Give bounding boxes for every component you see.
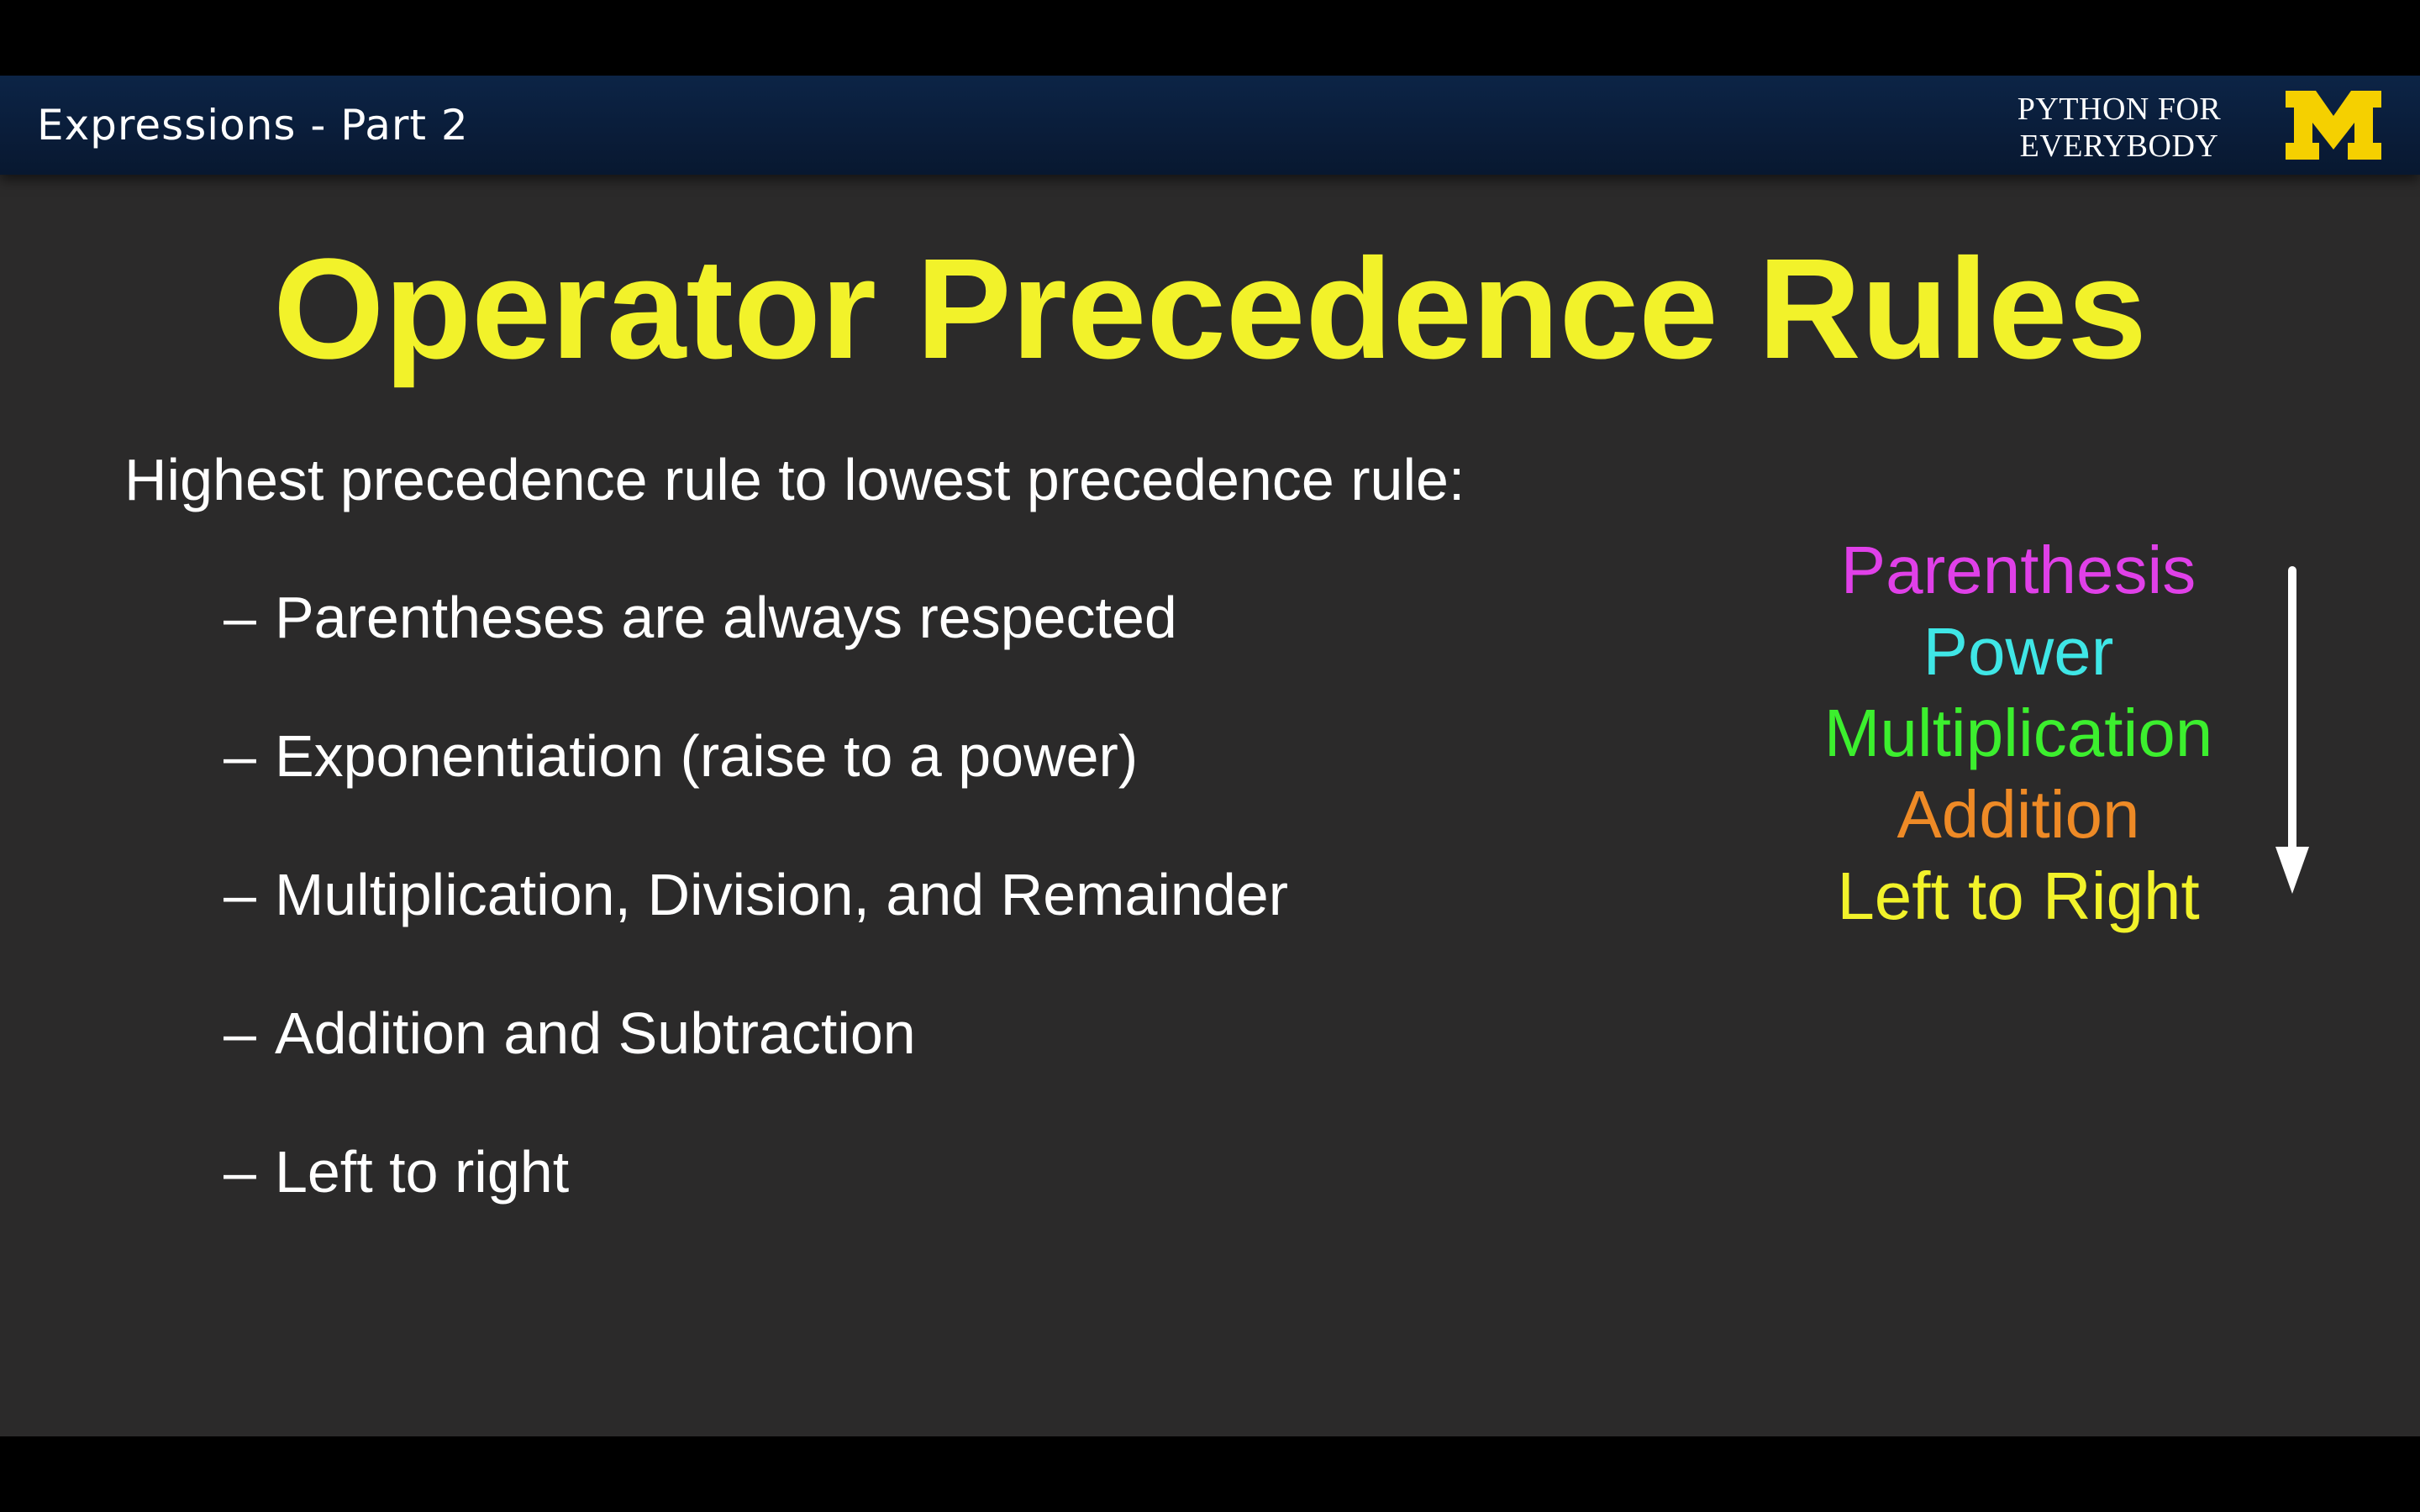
rule-item: – Addition and Subtraction — [224, 995, 1288, 1134]
course-brand: PYTHON FOR EVERYBODY — [1985, 91, 2254, 165]
intro-text: Highest precedence rule to lowest preced… — [124, 447, 1465, 512]
header-bar: Expressions - Part 2 PYTHON FOR EVERYBOD… — [0, 76, 2420, 175]
lecture-title: Expressions - Part 2 — [37, 101, 469, 150]
down-arrow-icon — [2275, 566, 2309, 894]
letterbox-top — [0, 0, 2420, 76]
slide-title: Operator Precedence Rules — [273, 229, 2147, 389]
slide: Expressions - Part 2 PYTHON FOR EVERYBOD… — [0, 76, 2420, 1436]
mnemonic-multiplication: Multiplication — [1823, 696, 2213, 770]
rule-item: – Parentheses are always respected — [224, 580, 1288, 718]
rule-item: – Exponentiation (raise to a power) — [224, 718, 1288, 857]
mnemonic-left-to-right: Left to Right — [1837, 858, 2200, 933]
dash-bullet: – — [224, 723, 256, 789]
rule-text: Addition and Subtraction — [274, 1000, 916, 1066]
mnemonic-power: Power — [1923, 614, 2114, 689]
rule-text: Parentheses are always respected — [274, 585, 1177, 650]
dash-bullet: – — [224, 1000, 256, 1066]
rule-item: – Left to right — [224, 1134, 1288, 1273]
dash-bullet: – — [224, 585, 256, 650]
precedence-rules-list: – Parentheses are always respected – Expon… — [224, 580, 1288, 1273]
mnemonic-addition: Addition — [1897, 777, 2140, 852]
dash-bullet: – — [224, 862, 256, 927]
rule-text: Left to right — [274, 1139, 570, 1205]
dash-bullet: – — [224, 1139, 256, 1205]
rule-text: Exponentiation (raise to a power) — [274, 723, 1139, 789]
michigan-block-m-logo-icon — [2286, 91, 2381, 160]
brand-line-2: EVERYBODY — [2019, 129, 2219, 164]
rule-text: Multiplication, Division, and Remainder — [274, 862, 1289, 927]
rule-item: – Multiplication, Division, and Remainder — [224, 857, 1288, 995]
letterbox-bottom — [0, 1436, 2420, 1512]
precedence-mnemonic: Parenthesis Power Multiplication Additio… — [1766, 529, 2270, 937]
mnemonic-parenthesis: Parenthesis — [1840, 533, 2196, 607]
brand-line-1: PYTHON FOR — [2017, 92, 2222, 127]
